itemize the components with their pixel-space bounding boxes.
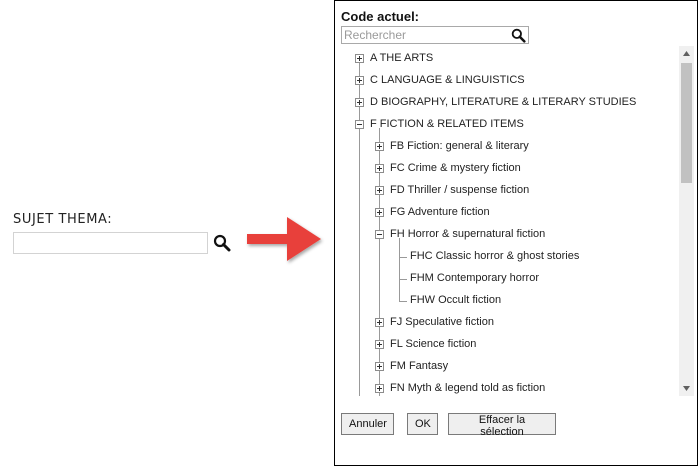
scroll-up-icon[interactable] [679,46,694,61]
tree-node-label: F FICTION & RELATED ITEMS [370,118,524,130]
category-tree: A THE ARTS C LANGUAGE & LINGUISTICS D BI… [341,46,695,396]
tree-node-label: FHW Occult fiction [410,294,502,306]
tree-node-fj[interactable]: FJ Speculative fiction [375,314,494,330]
expand-plus-icon[interactable] [375,207,384,217]
expand-plus-icon[interactable] [375,185,384,195]
expand-plus-icon[interactable] [355,75,364,85]
tree-node-a[interactable]: A THE ARTS [355,50,433,66]
tree-node-label: D BIOGRAPHY, LITERATURE & LITERARY STUDI… [370,96,637,108]
tree-connector [399,279,407,280]
tree-node-fb[interactable]: FB Fiction: general & literary [375,138,529,154]
red-arrow-icon [243,211,325,272]
expand-plus-icon[interactable] [375,163,384,173]
expand-plus-icon[interactable] [375,317,384,327]
tree-node-label: FHC Classic horror & ghost stories [410,250,580,262]
tree-scrollbar[interactable] [679,46,694,396]
dialog-search-box [341,26,529,44]
tree-node-fm[interactable]: FM Fantasy [375,358,448,374]
tree-node-fhc[interactable]: FHC Classic horror & ghost stories [410,248,579,264]
tree-node-label: FL Science fiction [390,338,477,350]
collapse-minus-icon[interactable] [355,119,364,129]
code-picker-dialog: Code actuel: A THE ARTS C LANGUAGE & LIN… [334,0,698,466]
tree-node-c[interactable]: C LANGUAGE & LINGUISTICS [355,72,525,88]
tree-node-label: FC Crime & mystery fiction [390,162,521,174]
expand-plus-icon[interactable] [375,361,384,371]
tree-node-label: FG Adventure fiction [390,206,490,218]
tree-node-label: A THE ARTS [370,52,434,64]
expand-plus-icon[interactable] [375,383,384,393]
tree-node-label: FB Fiction: general & literary [390,140,529,152]
tree-node-fd[interactable]: FD Thriller / suspense fiction [375,182,529,198]
tree-node-f[interactable]: F FICTION & RELATED ITEMS [355,116,524,132]
expand-plus-icon[interactable] [355,97,364,107]
tree-node-fc[interactable]: FC Crime & mystery fiction [375,160,521,176]
tree-node-fg[interactable]: FG Adventure fiction [375,204,490,220]
search-icon[interactable] [508,27,528,43]
scroll-thumb[interactable] [681,63,692,183]
sujet-thema-row [13,232,233,254]
tree-connector [399,238,400,302]
sujet-thema-label: SUJET THEMA: [13,212,113,227]
search-icon[interactable] [211,232,233,254]
cancel-button[interactable]: Annuler [341,413,394,435]
scroll-down-icon[interactable] [679,381,694,396]
tree-node-fh[interactable]: FH Horror & supernatural fiction [375,226,545,242]
tree-node-fhm[interactable]: FHM Contemporary horror [410,270,539,286]
tree-node-label: FM Fantasy [390,360,449,372]
tree-connector [399,257,407,258]
tree-connector [399,301,407,302]
dialog-title: Code actuel: [341,9,420,24]
tree-node-label: FN Myth & legend told as fiction [390,382,546,394]
tree-node-label: FH Horror & supernatural fiction [390,228,546,240]
collapse-minus-icon[interactable] [375,229,384,239]
tree-node-label: FD Thriller / suspense fiction [390,184,530,196]
expand-plus-icon[interactable] [375,339,384,349]
tree-node-label: FHM Contemporary horror [410,272,539,284]
expand-plus-icon[interactable] [375,141,384,151]
tree-node-label: C LANGUAGE & LINGUISTICS [370,74,525,86]
tree-node-fhw[interactable]: FHW Occult fiction [410,292,501,308]
tree-node-d[interactable]: D BIOGRAPHY, LITERATURE & LITERARY STUDI… [355,94,636,110]
tree-node-label: FJ Speculative fiction [390,316,494,328]
dialog-search-input[interactable] [342,27,508,43]
ok-button[interactable]: OK [407,413,438,435]
expand-plus-icon[interactable] [355,53,364,63]
tree-node-fl[interactable]: FL Science fiction [375,336,476,352]
sujet-thema-input[interactable] [13,232,208,254]
sujet-thema-field: SUJET THEMA: [13,212,233,254]
tree-node-fn[interactable]: FN Myth & legend told as fiction [375,380,545,396]
clear-selection-button[interactable]: Effacer la sélection [448,413,556,438]
